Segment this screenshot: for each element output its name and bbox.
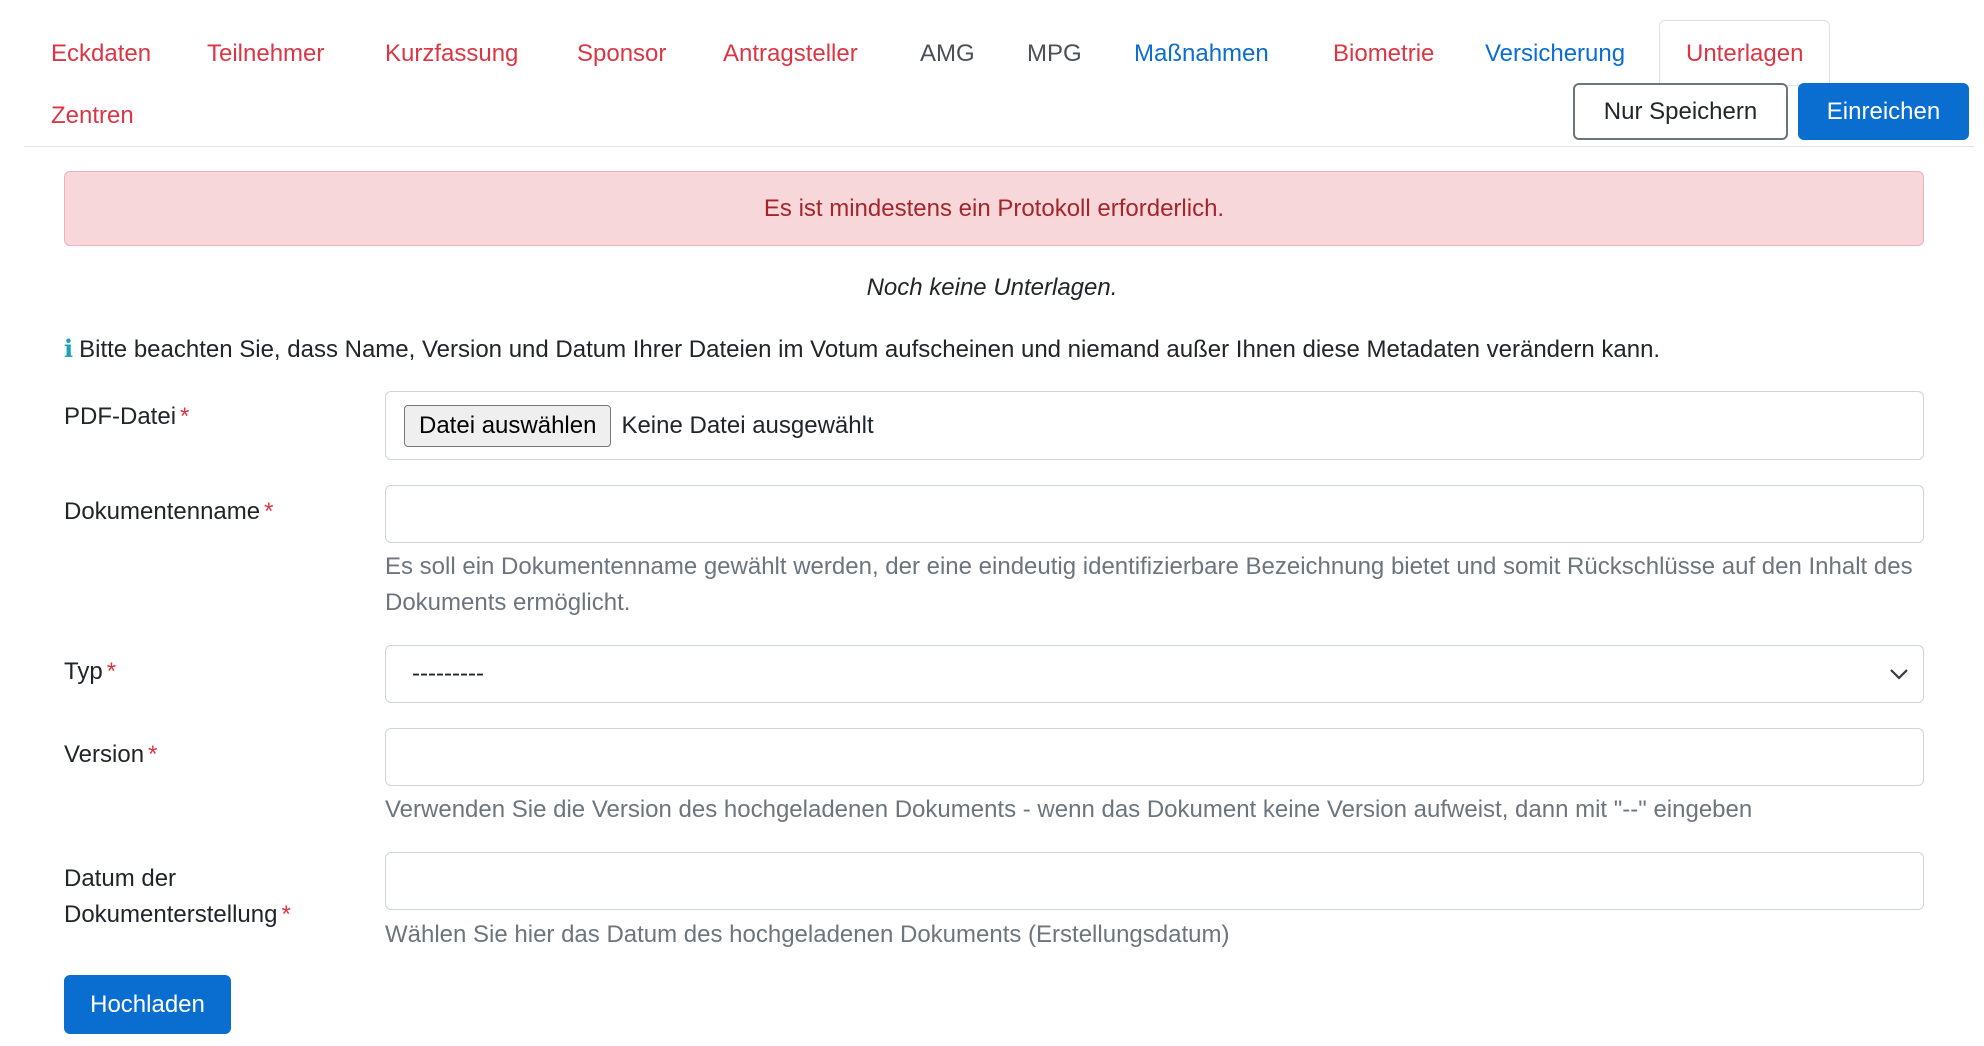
upload-button[interactable]: Hochladen [64,975,231,1034]
metadata-info-text: Bitte beachten Sie, dass Name, Version u… [79,336,1661,363]
error-alert: Es ist mindestens ein Protokoll erforder… [64,171,1924,246]
required-marker: * [148,741,158,768]
submit-button[interactable]: Einreichen [1798,83,1969,140]
version-label-text: Version [64,741,145,768]
tab-bar: Eckdaten Teilnehmer Kurzfassung Sponsor … [24,20,1974,147]
tab-eckdaten[interactable]: Eckdaten [24,20,178,86]
tab-massnahmen[interactable]: Maßnahmen [1107,20,1296,86]
tab-versicherung[interactable]: Versicherung [1458,20,1652,86]
document-name-label-text: Dokumentenname [64,498,261,525]
creation-date-label-line2: Dokumenterstellung [64,901,278,928]
type-label-text: Typ [64,658,103,685]
creation-date-label-line1: Datum der [64,865,177,892]
tab-teilnehmer[interactable]: Teilnehmer [180,20,351,86]
file-status: Keine Datei ausgewählt [621,411,874,439]
creation-date-help: Wählen Sie hier das Datum des hochgelade… [385,921,1230,948]
pdf-file-input: Datei auswählen Keine Datei ausgewählt [385,391,1924,460]
required-marker: * [264,498,274,525]
tab-amg[interactable]: AMG [893,20,1002,86]
metadata-info: i Bitte beachten Sie, dass Name, Version … [64,334,1660,364]
tab-zentren[interactable]: Zentren [24,82,161,148]
tab-sponsor[interactable]: Sponsor [550,20,693,86]
document-name-help: Es soll ein Dokumentenname gewählt werde… [385,553,1913,616]
pdf-label-text: PDF-Datei [64,403,177,430]
version-input[interactable] [385,728,1924,786]
tab-mpg[interactable]: MPG [1000,20,1109,86]
error-alert-message: Es ist mindestens ein Protokoll erforder… [763,194,1225,222]
type-select[interactable]: --------- [385,645,1924,703]
type-selected-value: --------- [412,660,484,687]
no-documents-note: Noch keine Unterlagen. [866,274,1118,301]
version-label: Version * [64,737,157,773]
tab-kurzfassung[interactable]: Kurzfassung [358,20,545,86]
tab-biometrie[interactable]: Biometrie [1306,20,1461,86]
required-marker: * [180,403,190,430]
chevron-down-icon [1890,669,1908,680]
tab-antragsteller[interactable]: Antragsteller [696,20,885,86]
page: Eckdaten Teilnehmer Kurzfassung Sponsor … [0,0,1984,1046]
info-icon: i [64,334,74,363]
creation-date-input[interactable] [385,852,1924,910]
required-marker: * [281,901,291,928]
pdf-label: PDF-Datei * [64,399,189,435]
type-label: Typ * [64,654,116,690]
required-marker: * [106,658,117,685]
version-help: Verwenden Sie die Version des hochgelade… [385,796,1753,823]
save-button[interactable]: Nur Speichern [1573,83,1788,140]
choose-file-button[interactable]: Datei auswählen [404,404,612,447]
document-name-input[interactable] [385,485,1924,543]
tab-unterlagen[interactable]: Unterlagen [1659,20,1831,86]
creation-date-label: Datum der Dokumenterstellung * [64,861,291,933]
document-name-label: Dokumentenname * [64,494,273,530]
